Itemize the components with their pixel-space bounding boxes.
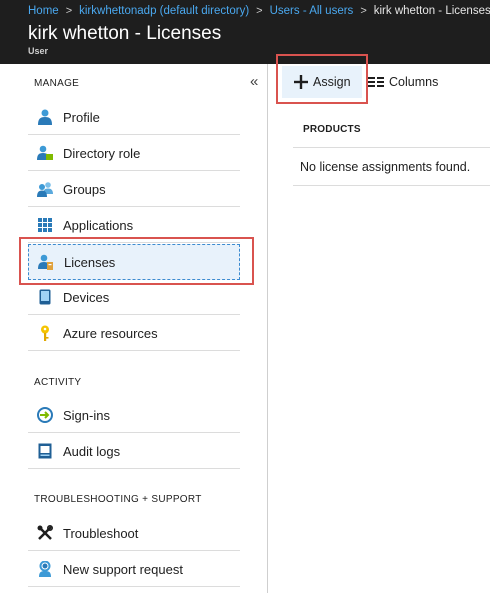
sidebar-item-licenses[interactable]: Licenses — [28, 244, 240, 280]
applications-grid-icon — [37, 217, 53, 233]
plus-icon — [294, 75, 308, 89]
breadcrumb-separator-icon: > — [65, 5, 73, 17]
columns-button[interactable]: Columns — [368, 66, 438, 98]
sidebar-item-label: Groups — [63, 181, 106, 197]
collapse-menu-button[interactable]: « — [250, 73, 258, 90]
sidebar-item-audit-logs[interactable]: Audit logs — [28, 434, 240, 469]
section-label-troubleshooting: TROUBLESHOOTING + SUPPORT — [34, 494, 202, 505]
support-icon — [37, 561, 53, 577]
sidebar-item-label: Devices — [63, 289, 110, 305]
columns-icon — [368, 76, 384, 88]
columns-label: Columns — [389, 75, 439, 89]
key-icon — [37, 325, 53, 341]
user-icon — [37, 109, 53, 125]
empty-state-row: No license assignments found. — [293, 148, 490, 186]
page-title: kirk whetton - Licenses — [28, 23, 222, 44]
sidebar-item-label: Troubleshoot — [63, 525, 139, 541]
breadcrumb-directory-link[interactable]: kirkwhettonadp (default directory) — [79, 5, 249, 17]
sidebar-item-directory-role[interactable]: Directory role — [28, 136, 240, 171]
resource-menu: « MANAGE Profile Directory role Groups A… — [0, 64, 268, 593]
sidebar-item-label: Licenses — [64, 254, 116, 270]
assign-button[interactable]: Assign — [282, 66, 362, 98]
sidebar-item-label: New support request — [63, 561, 183, 577]
breadcrumb-current: kirk whetton - Licenses — [373, 5, 490, 17]
sidebar-item-label: Directory role — [63, 145, 141, 161]
sidebar-item-new-support-request[interactable]: New support request — [28, 552, 240, 587]
sidebar-item-devices[interactable]: Devices — [28, 280, 240, 315]
sidebar-item-label: Profile — [63, 109, 100, 125]
breadcrumb-home-link[interactable]: Home — [28, 5, 59, 17]
blade-header: Home > kirkwhettonadp (default directory… — [0, 0, 490, 64]
products-header-label: PRODUCTS — [303, 124, 361, 135]
sidebar-item-troubleshoot[interactable]: Troubleshoot — [28, 516, 240, 551]
section-label-activity: ACTIVITY — [34, 377, 82, 388]
device-icon — [37, 289, 53, 305]
wrench-icon — [37, 525, 53, 541]
groups-icon — [37, 181, 53, 197]
sidebar-item-label: Sign-ins — [63, 407, 110, 423]
empty-state-message: No license assignments found. — [300, 160, 471, 174]
page-subtitle: User — [28, 46, 49, 56]
sidebar-item-applications[interactable]: Applications — [28, 208, 240, 243]
sidebar-item-label: Applications — [63, 217, 134, 233]
licenses-icon — [38, 254, 54, 270]
sidebar-item-label: Audit logs — [63, 443, 121, 459]
section-label-manage: MANAGE — [34, 78, 80, 89]
sidebar-item-groups[interactable]: Groups — [28, 172, 240, 207]
products-column-header[interactable]: PRODUCTS — [293, 112, 490, 148]
assign-label: Assign — [313, 75, 351, 89]
breadcrumb-separator-icon: > — [360, 5, 367, 17]
sign-in-icon — [37, 407, 53, 423]
sidebar-item-sign-ins[interactable]: Sign-ins — [28, 398, 240, 433]
sidebar-item-profile[interactable]: Profile — [28, 100, 240, 135]
audit-log-icon — [37, 443, 53, 459]
sidebar-item-label: Azure resources — [63, 325, 158, 341]
breadcrumb: Home > kirkwhettonadp (default directory… — [28, 3, 490, 19]
breadcrumb-separator-icon: > — [256, 5, 263, 17]
directory-role-icon — [37, 145, 53, 161]
sidebar-item-azure-resources[interactable]: Azure resources — [28, 316, 240, 351]
breadcrumb-users-link[interactable]: Users - All users — [270, 5, 354, 17]
